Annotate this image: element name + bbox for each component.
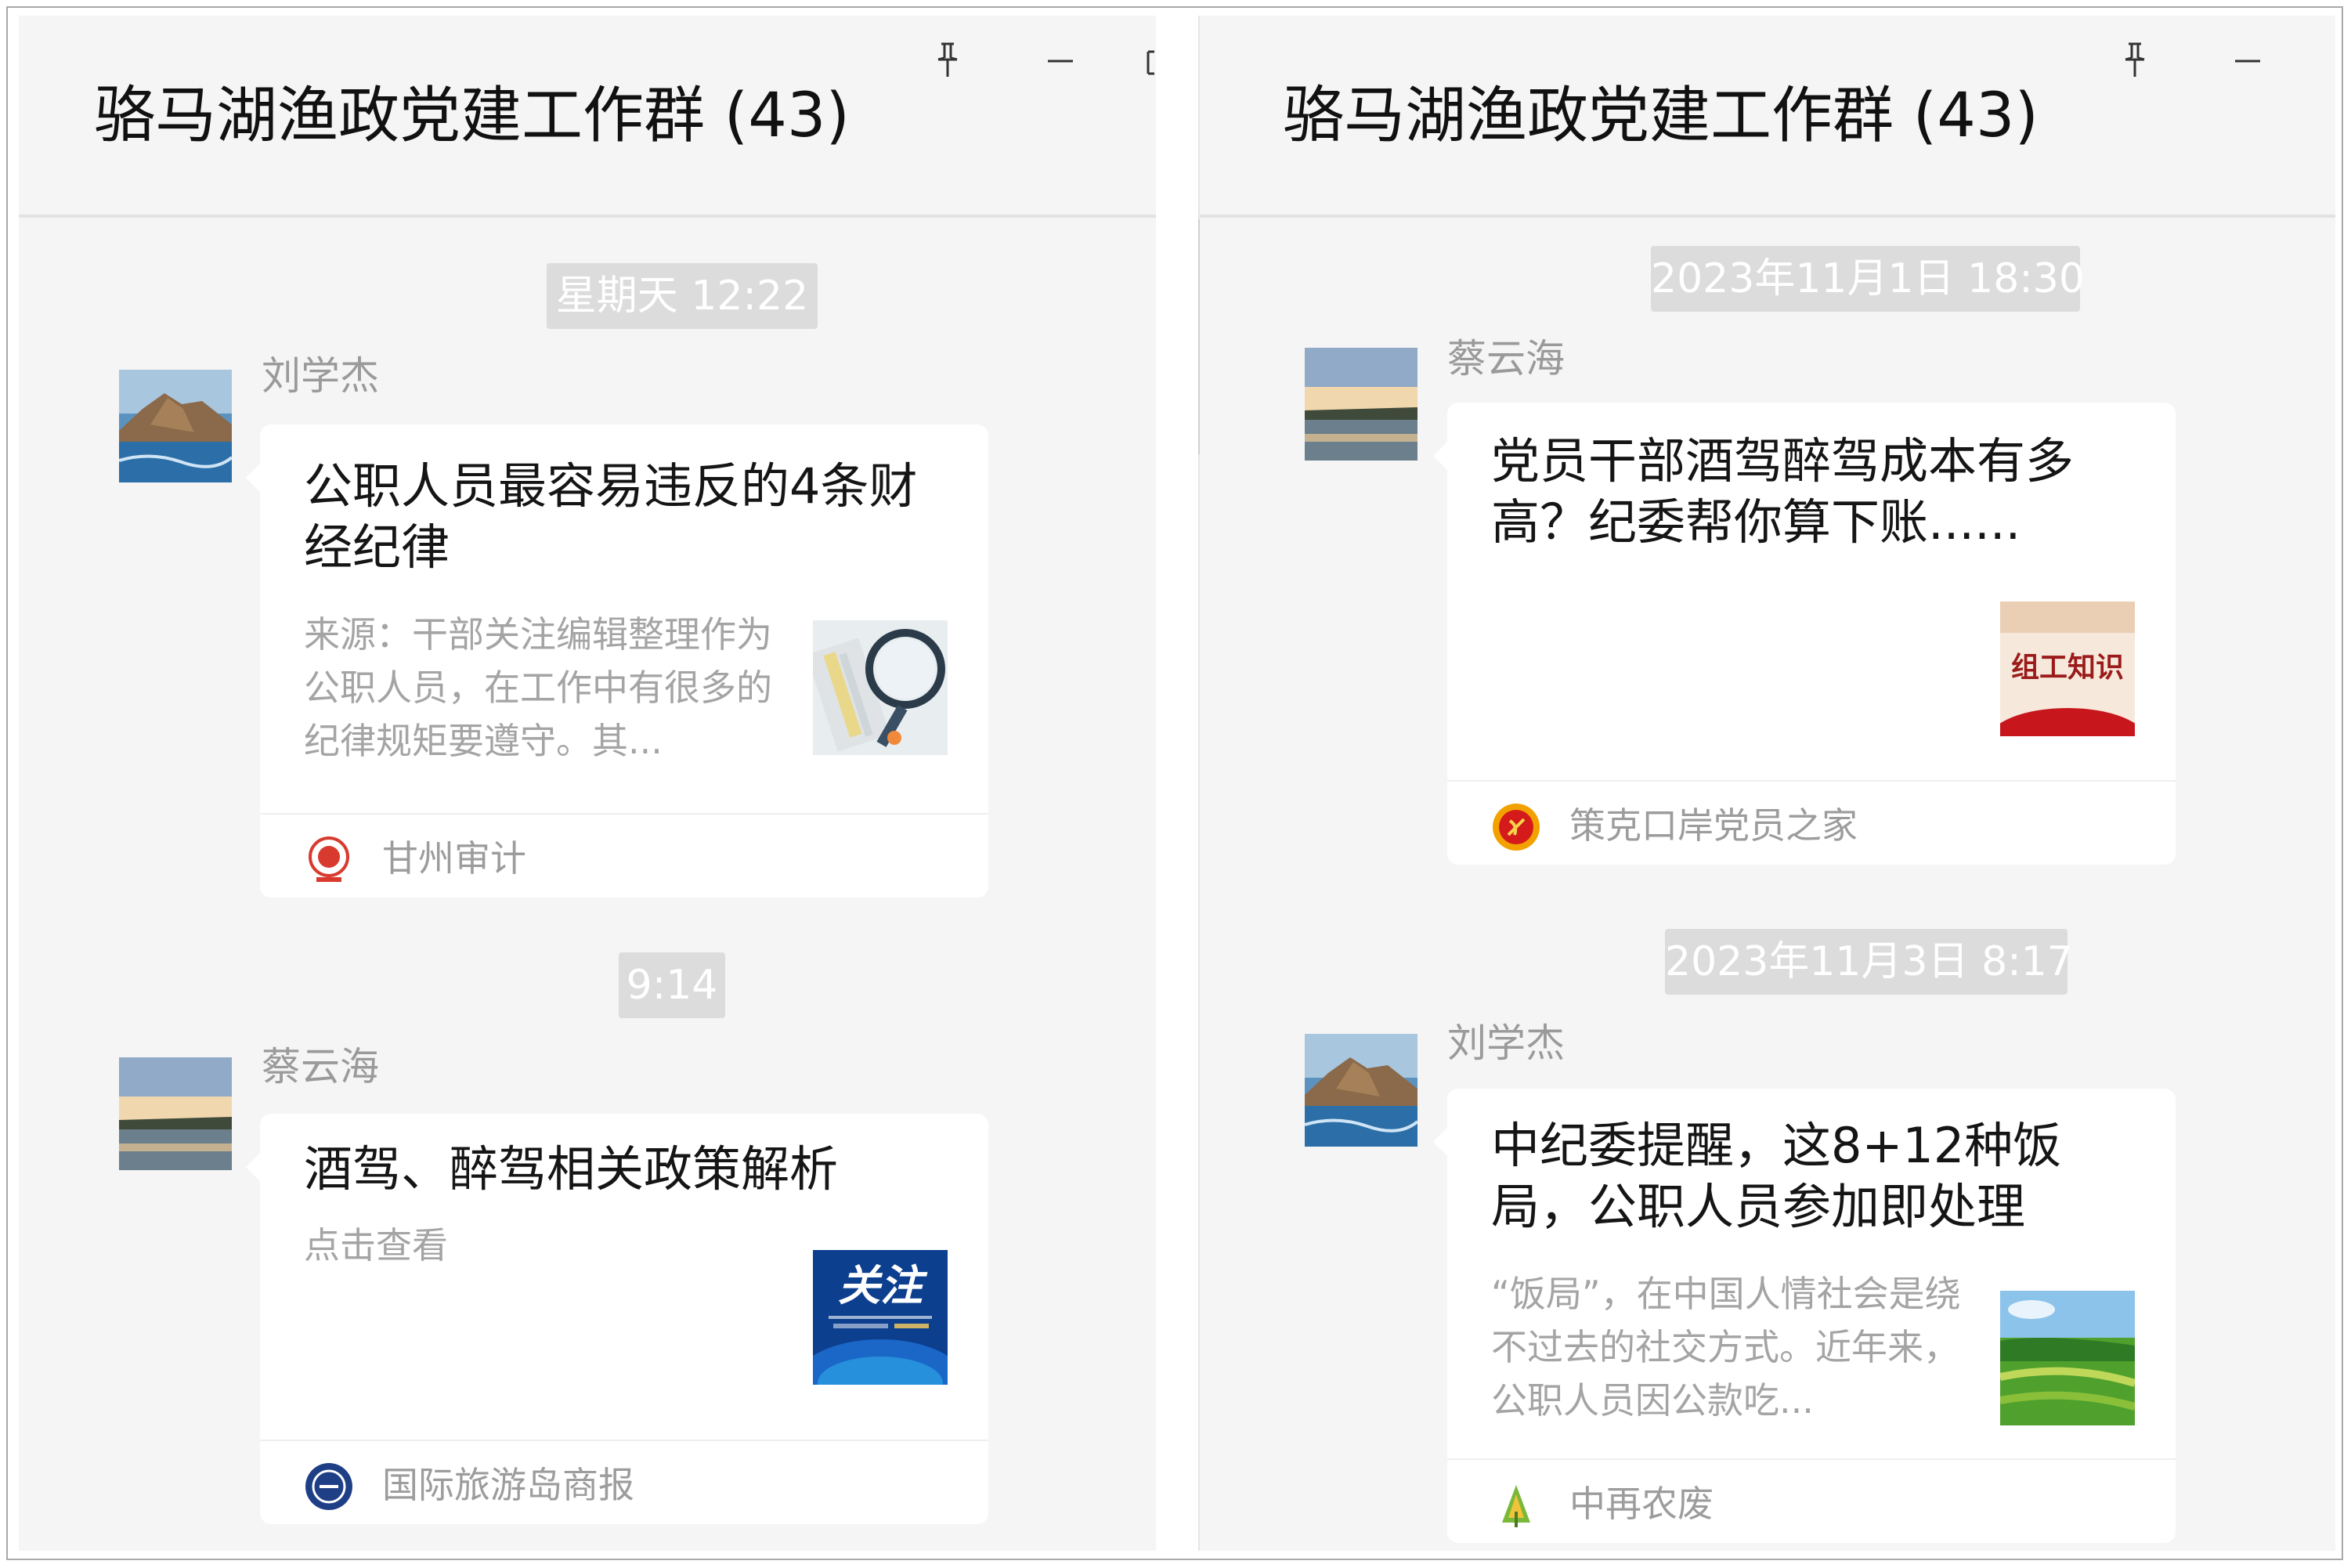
article-card[interactable]: 酒驾、醉驾相关政策解析 点击查看 关注 国际旅游岛商报 (246, 1114, 988, 1524)
sender-name: 刘学杰 (262, 353, 379, 399)
article-source: 策克口岸党员之家 (1447, 780, 2176, 865)
group-title: 骆马湖渔政党建工作群 (43) (94, 81, 850, 151)
article-title: 酒驾、醉驾相关政策解析 (304, 1140, 839, 1198)
pin-button[interactable] (2111, 36, 2158, 83)
article-card[interactable]: 公职人员最容易违反的4条财经纪律 来源：干部关注编辑整理作为公职人员，在工作中有… (246, 425, 988, 898)
thumb-text: 组工知识 (2011, 651, 2124, 684)
sender-name: 蔡云海 (262, 1044, 379, 1089)
thumb-text: 关注 (838, 1261, 928, 1310)
chat-header: 骆马湖渔政党建工作群 (43) (19, 16, 1156, 218)
sender-name: 刘学杰 (1447, 1021, 1565, 1066)
sender-name: 蔡云海 (1447, 336, 1565, 381)
minimize-icon (1048, 60, 1073, 63)
minimize-icon (2235, 60, 2260, 63)
avatar[interactable] (1305, 1034, 1417, 1147)
avatar-image (119, 1057, 232, 1170)
article-source: 国际旅游岛商报 (260, 1440, 988, 1524)
timestamp-badge: 9:14 (619, 952, 725, 1018)
minimize-button[interactable] (2224, 36, 2271, 83)
pin-icon (2125, 42, 2145, 77)
article-description: 来源：干部关注编辑整理作为公职人员，在工作中有很多的纪律规矩要遵守。其... (304, 613, 772, 762)
source-logo-icon (304, 1461, 354, 1512)
party-emblem-icon (1491, 802, 1541, 852)
avatar[interactable] (1305, 348, 1417, 461)
article-description: 点击查看 (304, 1224, 448, 1266)
avatar-image (1305, 348, 1417, 461)
source-name: 策克口岸党员之家 (1569, 804, 1858, 847)
article-card[interactable]: 党员干部酒驾醉驾成本有多高？纪委帮你算下账...... 组工知识 策克口岸党员之… (1433, 403, 2176, 865)
article-thumbnail (813, 620, 948, 755)
minimize-button[interactable] (1037, 36, 1084, 83)
timestamp-badge: 2023年11月3日 8:17 (1665, 929, 2073, 995)
article-title: 党员干部酒驾醉驾成本有多高？纪委帮你算下账...... (1491, 432, 2075, 551)
maximize-button[interactable] (1143, 36, 1154, 83)
article-title: 中纪委提醒，这8+12种饭局，公职人员参加即处理 (1491, 1117, 2062, 1235)
article-thumbnail: 关注 (813, 1250, 948, 1385)
pin-button[interactable] (924, 36, 971, 83)
article-description: “饭局”，在中国人情社会是绕不过去的社交方式。近年来，公职人员因公款吃... (1491, 1273, 1961, 1422)
article-source: 甘州审计 (260, 813, 988, 898)
source-logo-icon (1491, 1480, 1541, 1530)
group-title: 骆马湖渔政党建工作群 (43) (1283, 81, 2039, 151)
source-logo-icon (304, 835, 354, 885)
article-thumbnail (2000, 1291, 2135, 1425)
avatar-image (1305, 1034, 1417, 1147)
article-title: 公职人员最容易违反的4条财经纪律 (304, 457, 918, 576)
chat-header: 骆马湖渔政党建工作群 (43) (1200, 16, 2335, 218)
timestamp-badge: 星期天 12:22 (547, 263, 818, 329)
maximize-icon (1147, 50, 1154, 75)
pin-icon (937, 42, 958, 77)
article-thumbnail: 组工知识 (2000, 602, 2135, 736)
avatar[interactable] (119, 370, 232, 482)
right-chat-window: 骆马湖渔政党建工作群 (43) 2023年11月1日 18:30 蔡云海 党员干… (1200, 16, 2335, 1551)
source-name: 中再农废 (1569, 1483, 1714, 1525)
article-card[interactable]: 中纪委提醒，这8+12种饭局，公职人员参加即处理 “饭局”，在中国人情社会是绕不… (1433, 1089, 2176, 1543)
source-name: 国际旅游岛商报 (382, 1464, 634, 1506)
avatar[interactable] (119, 1057, 232, 1170)
avatar-image (119, 370, 232, 482)
article-source: 中再农废 (1447, 1458, 2176, 1543)
source-name: 甘州审计 (382, 837, 526, 880)
left-chat-window: 骆马湖渔政党建工作群 (43) 星期天 12:22 刘学杰 公职人员最容易违反的… (19, 16, 1156, 1551)
timestamp-badge: 2023年11月1日 18:30 (1651, 246, 2085, 312)
